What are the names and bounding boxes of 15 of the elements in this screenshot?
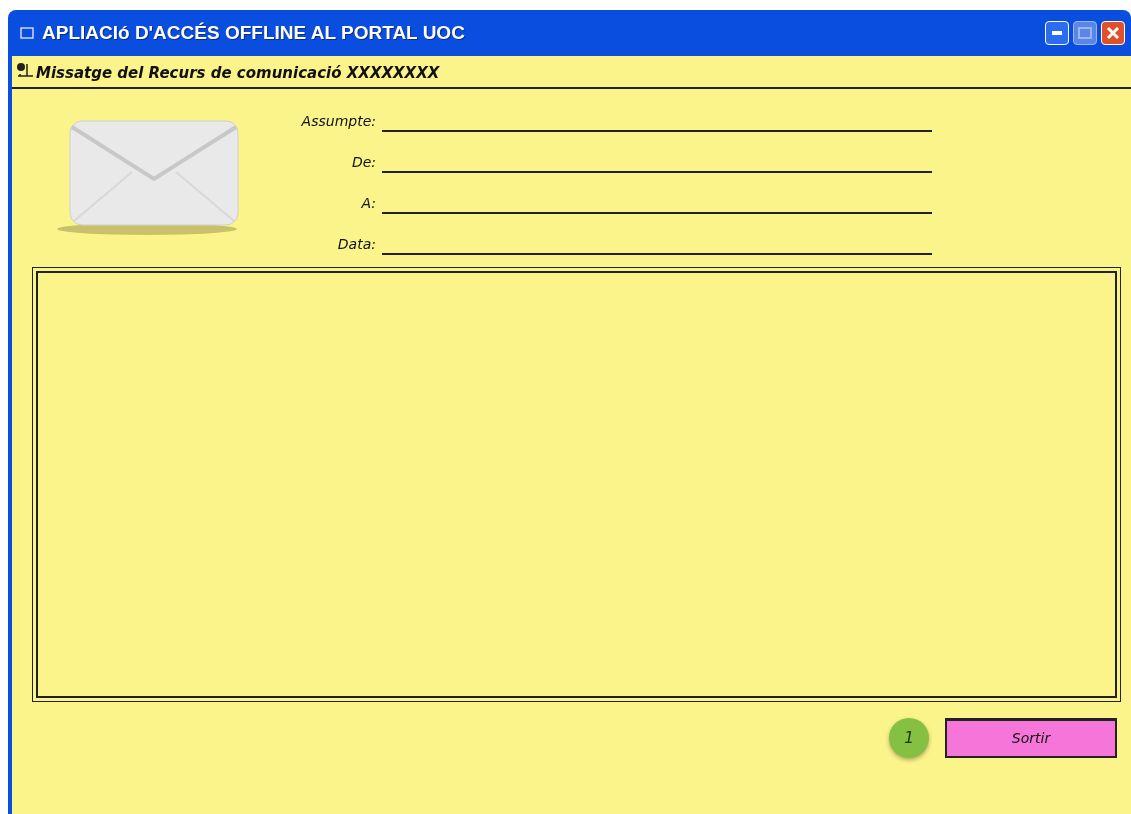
field-label: Assumpte: bbox=[300, 111, 376, 131]
step-badge: 1 bbox=[889, 717, 929, 758]
minimize-icon bbox=[1052, 31, 1062, 35]
window-title: APLIACIó D'ACCÉS OFFLINE AL PORTAL UOC bbox=[42, 20, 465, 45]
field-label: A: bbox=[360, 193, 376, 213]
field-label: Data: bbox=[336, 234, 376, 254]
exit-button[interactable]: Sortir bbox=[945, 717, 1117, 758]
maximize-icon bbox=[1078, 27, 1092, 39]
header-title: Missatge del Recurs de comunicació XXXXXXXX bbox=[36, 63, 440, 84]
message-icon bbox=[16, 62, 34, 78]
minimize-button[interactable] bbox=[1045, 21, 1069, 45]
close-button[interactable] bbox=[1101, 21, 1125, 45]
field-label: De: bbox=[350, 152, 376, 172]
window-icon bbox=[20, 27, 34, 39]
close-icon bbox=[1106, 26, 1120, 40]
